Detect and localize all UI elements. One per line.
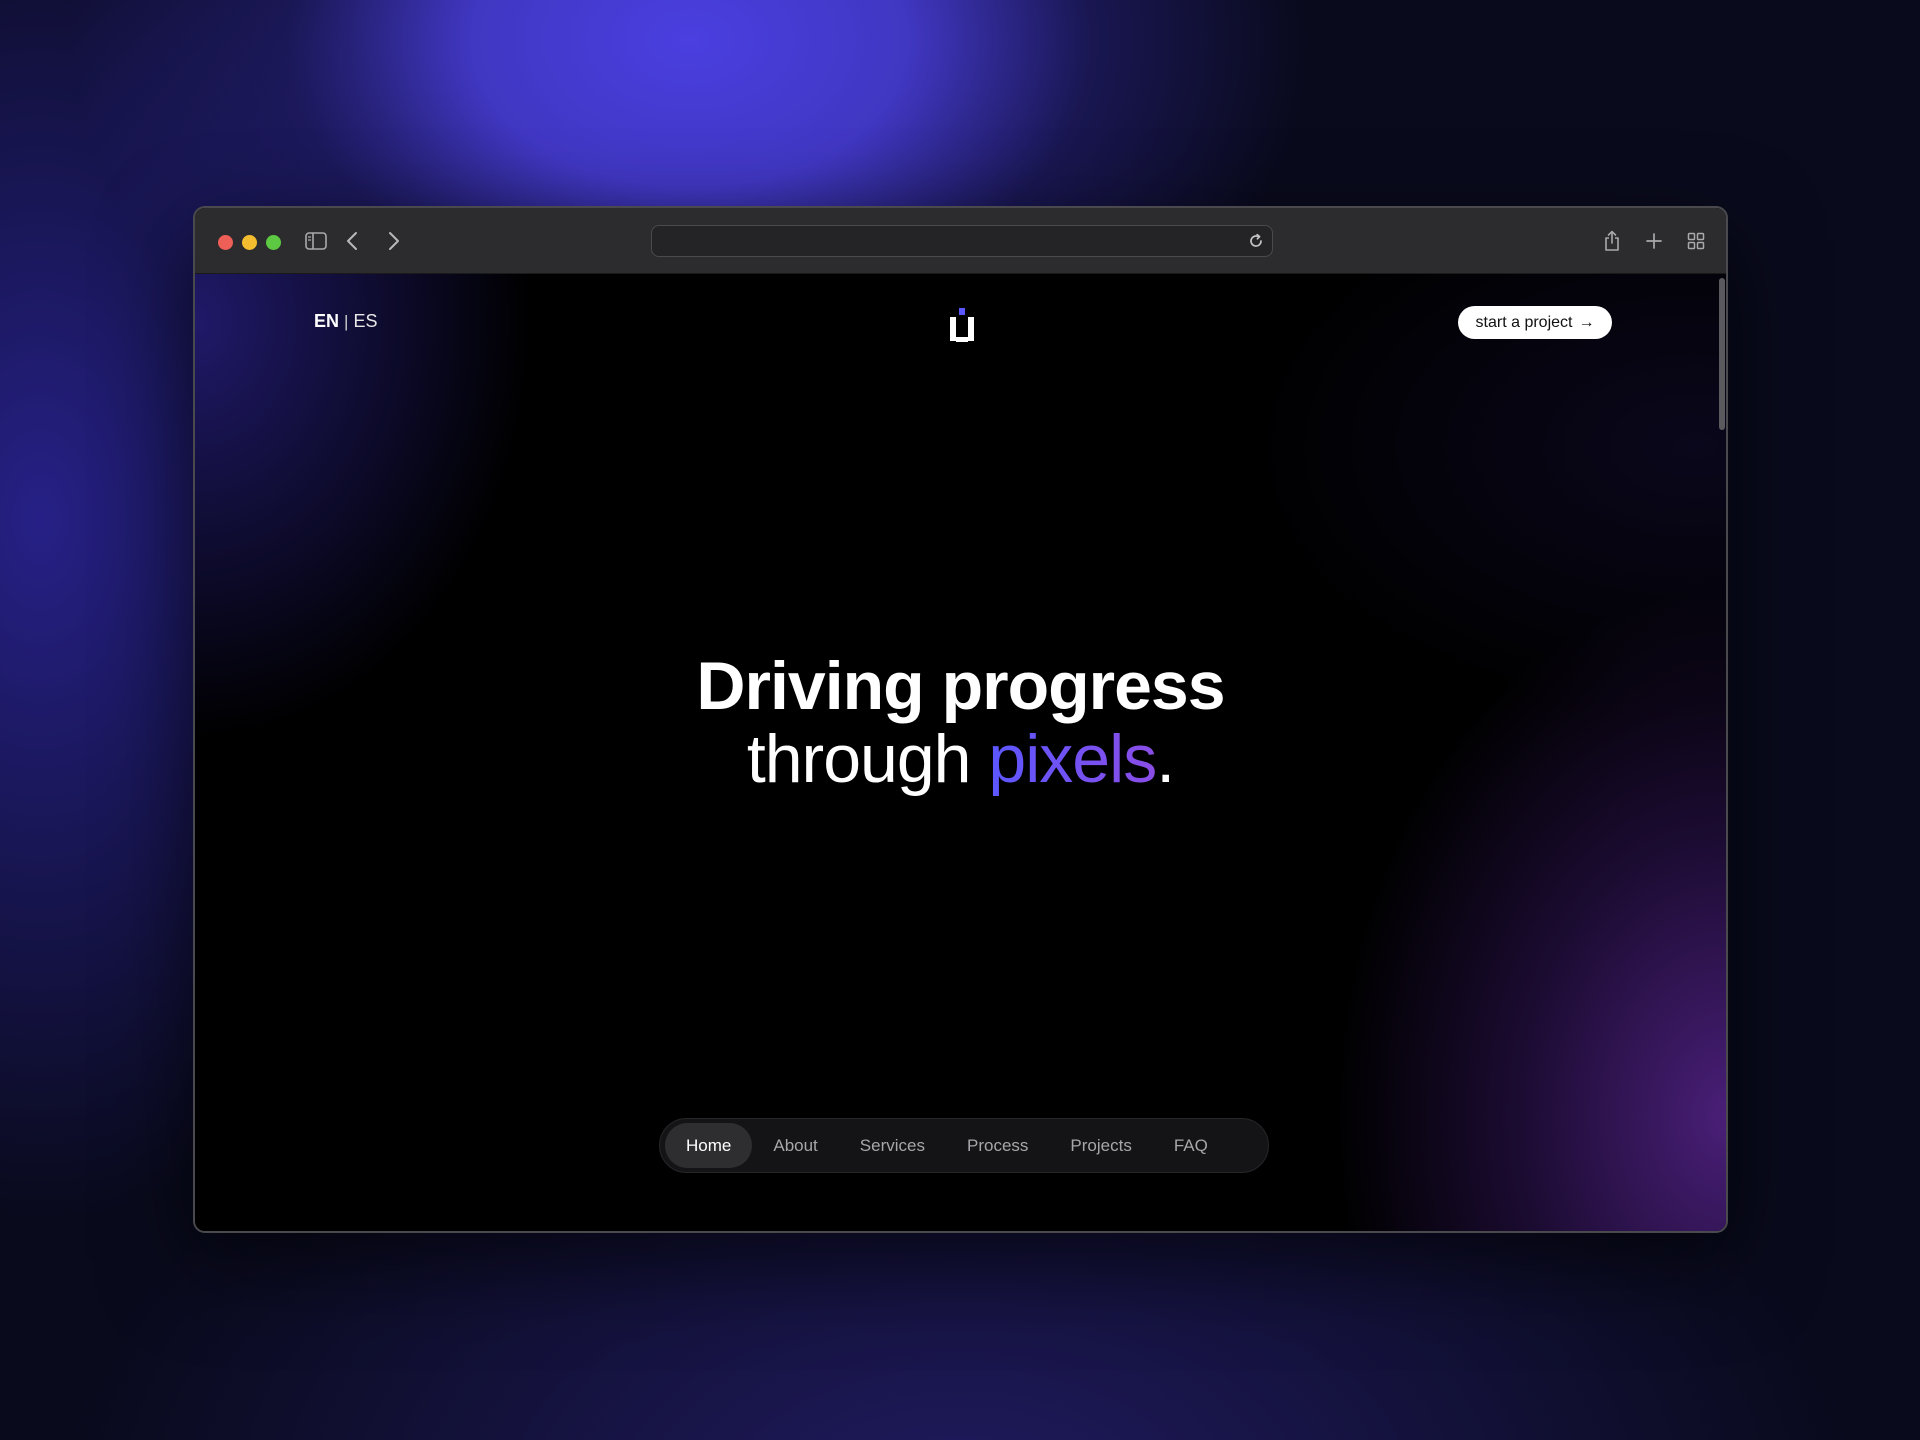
sidebar-icon[interactable] bbox=[303, 227, 329, 255]
browser-toolbar bbox=[195, 208, 1726, 274]
nav-item-services[interactable]: Services bbox=[839, 1123, 946, 1168]
lang-es-link[interactable]: ES bbox=[353, 311, 377, 332]
logo-icon[interactable] bbox=[950, 308, 974, 348]
nav-item-home[interactable]: Home bbox=[665, 1123, 753, 1168]
bottom-nav: Home About Services Process Projects FAQ bbox=[659, 1118, 1269, 1173]
zoom-window-button[interactable] bbox=[266, 235, 281, 250]
nav-item-faq[interactable]: FAQ bbox=[1153, 1123, 1229, 1168]
hero-line-2: through pixels. bbox=[195, 722, 1726, 796]
hero-accent-word: pixels bbox=[988, 721, 1157, 797]
lang-separator: | bbox=[344, 311, 349, 331]
start-project-label: start a project bbox=[1475, 313, 1573, 331]
browser-window: EN | ES start a project → Driving progre… bbox=[193, 206, 1728, 1233]
hero-line-2-suffix: . bbox=[1156, 721, 1175, 797]
language-switcher: EN | ES bbox=[314, 311, 377, 332]
hero-heading: Driving progress through pixels. bbox=[195, 650, 1726, 796]
web-page: EN | ES start a project → Driving progre… bbox=[195, 274, 1726, 1231]
share-icon[interactable] bbox=[1600, 227, 1624, 255]
nav-item-process[interactable]: Process bbox=[946, 1123, 1049, 1168]
back-chevron-icon[interactable] bbox=[340, 227, 364, 255]
plus-icon[interactable] bbox=[1642, 227, 1666, 255]
tab-overview-icon[interactable] bbox=[1684, 227, 1708, 255]
hero-line-2-prefix: through bbox=[746, 721, 989, 797]
nav-item-about[interactable]: About bbox=[752, 1123, 838, 1168]
reload-icon[interactable] bbox=[1247, 232, 1265, 250]
nav-item-projects[interactable]: Projects bbox=[1049, 1123, 1152, 1168]
start-project-button[interactable]: start a project → bbox=[1458, 306, 1612, 339]
close-window-button[interactable] bbox=[218, 235, 233, 250]
lang-en-link[interactable]: EN bbox=[314, 311, 339, 332]
hero-line-1: Driving progress bbox=[696, 648, 1225, 724]
arrow-right-icon: → bbox=[1578, 313, 1595, 331]
minimize-window-button[interactable] bbox=[242, 235, 257, 250]
page-scrollbar[interactable] bbox=[1719, 278, 1725, 430]
forward-chevron-icon[interactable] bbox=[382, 227, 406, 255]
address-bar[interactable] bbox=[651, 225, 1273, 257]
